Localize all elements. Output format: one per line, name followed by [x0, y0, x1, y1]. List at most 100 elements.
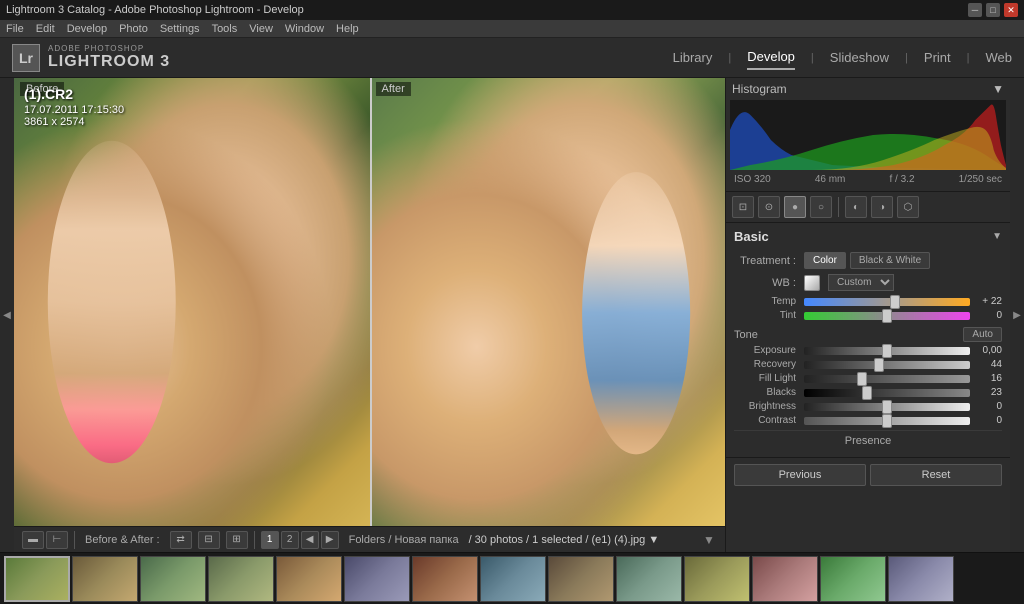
blacks-label: Blacks	[734, 387, 804, 398]
before-after-divider[interactable]	[370, 78, 372, 526]
tint-slider-thumb[interactable]	[882, 309, 892, 323]
histogram-section: Histogram ▼ ISO 320 46 mm f / 3.2	[726, 78, 1010, 192]
redeye-tool[interactable]: ●	[784, 196, 806, 218]
filter2-tool[interactable]: ◑	[871, 196, 893, 218]
filmstrip-thumb-12[interactable]	[752, 556, 818, 602]
temp-slider-track[interactable]	[804, 298, 970, 306]
wb-eyedropper-icon[interactable]	[804, 275, 820, 291]
fill-slider-track[interactable]	[804, 375, 970, 383]
tab-develop[interactable]: Develop	[747, 45, 795, 70]
menu-develop[interactable]: Develop	[67, 23, 107, 35]
menu-file[interactable]: File	[6, 23, 24, 35]
window-title: Lightroom 3 Catalog - Adobe Photoshop Li…	[6, 4, 304, 16]
recovery-slider-track[interactable]	[804, 361, 970, 369]
color-button[interactable]: Color	[804, 252, 846, 269]
filter3-tool[interactable]: ⬡	[897, 196, 919, 218]
tab-print[interactable]: Print	[924, 46, 951, 69]
basic-arrow-icon[interactable]: ▼	[992, 231, 1002, 242]
filmstrip-thumb-2[interactable]	[72, 556, 138, 602]
tint-slider-track[interactable]	[804, 312, 970, 320]
tab-library[interactable]: Library	[673, 46, 713, 69]
exposure-slider-track[interactable]	[804, 347, 970, 355]
filmstrip-thumb-1[interactable]	[4, 556, 70, 602]
filmstrip-thumb-8[interactable]	[480, 556, 546, 602]
spot-tool[interactable]: ⊙	[758, 196, 780, 218]
filmstrip-thumb-3[interactable]	[140, 556, 206, 602]
photo-before: Before	[14, 78, 370, 526]
menu-tools[interactable]: Tools	[212, 23, 238, 35]
reset-button[interactable]: Reset	[870, 464, 1002, 486]
brightness-slider-thumb[interactable]	[882, 400, 892, 414]
left-panel-toggle[interactable]: ◀	[0, 78, 14, 552]
logo-icon: Lr	[12, 44, 40, 72]
contrast-slider-thumb[interactable]	[882, 414, 892, 428]
brightness-slider-track[interactable]	[804, 403, 970, 411]
layout-btn[interactable]: ⊞	[226, 531, 248, 549]
close-button[interactable]: ✕	[1004, 3, 1018, 17]
blacks-value: 23	[970, 387, 1002, 398]
histogram-stats: ISO 320 46 mm f / 3.2 1/250 sec	[730, 172, 1006, 187]
crop-tool[interactable]: ⊡	[732, 196, 754, 218]
single-view-btn[interactable]: ▬	[22, 531, 44, 549]
wb-select[interactable]: Custom As Shot Auto	[828, 274, 894, 291]
main-content: ◀ Before After (1).CR2 17.07.2011 17:15:…	[0, 78, 1024, 552]
menu-window[interactable]: Window	[285, 23, 324, 35]
hist-shutter: 1/250 sec	[959, 174, 1002, 185]
view-mode-buttons: ▬ ⊢	[22, 531, 68, 549]
recovery-slider-thumb[interactable]	[874, 358, 884, 372]
menu-help[interactable]: Help	[336, 23, 359, 35]
page-1[interactable]: 1	[261, 531, 279, 549]
filmstrip-thumb-7[interactable]	[412, 556, 478, 602]
exposure-slider-thumb[interactable]	[882, 344, 892, 358]
next-arrow[interactable]: ▶	[321, 531, 339, 549]
filmstrip-thumb-5[interactable]	[276, 556, 342, 602]
maximize-button[interactable]: □	[986, 3, 1000, 17]
auto-button[interactable]: Auto	[963, 327, 1002, 342]
temp-slider-thumb[interactable]	[890, 295, 900, 309]
filmstrip-thumb-14[interactable]	[888, 556, 954, 602]
menu-edit[interactable]: Edit	[36, 23, 55, 35]
blacks-slider-track[interactable]	[804, 389, 970, 397]
temp-value: + 22	[970, 296, 1002, 307]
previous-button[interactable]: Previous	[734, 464, 866, 486]
presence-label: Presence	[845, 435, 891, 447]
tab-slideshow[interactable]: Slideshow	[830, 46, 889, 69]
minimize-button[interactable]: ─	[968, 3, 982, 17]
folder-path: Folders / Новая папка	[345, 534, 463, 546]
scroll-right-icon[interactable]: ▼	[701, 531, 717, 549]
after-label: After	[376, 82, 411, 96]
tone-label: Tone	[734, 329, 758, 341]
hist-aperture: f / 3.2	[889, 174, 914, 185]
tone-section-header: Tone Auto	[734, 327, 1002, 342]
split-view-btn[interactable]: ⊢	[46, 531, 68, 549]
menu-photo[interactable]: Photo	[119, 23, 148, 35]
tool-icons-bar: ⊡ ⊙ ● ○ ◐ ◑ ⬡	[726, 192, 1010, 223]
basic-section: Basic ▼ Treatment : Color Black & White …	[726, 223, 1010, 457]
prev-arrow[interactable]: ◀	[301, 531, 319, 549]
temp-slider-row: Temp + 22	[734, 296, 1002, 307]
filmstrip-thumb-13[interactable]	[820, 556, 886, 602]
menu-view[interactable]: View	[249, 23, 273, 35]
page-numbers: 1 2 ◀ ▶	[261, 531, 339, 549]
nav-sep-3: |	[905, 52, 908, 64]
brush-tool[interactable]: ○	[810, 196, 832, 218]
tab-web[interactable]: Web	[986, 46, 1013, 69]
photo-count: / 30 photos / 1 selected / (e1) (4).jpg …	[469, 534, 660, 546]
fill-slider-thumb[interactable]	[857, 372, 867, 386]
filmstrip-thumb-6[interactable]	[344, 556, 410, 602]
filmstrip-thumb-11[interactable]	[684, 556, 750, 602]
filmstrip-thumb-10[interactable]	[616, 556, 682, 602]
blacks-slider-thumb[interactable]	[862, 386, 872, 400]
bw-button[interactable]: Black & White	[850, 252, 930, 269]
top-nav-bar: Lr ADOBE PHOTOSHOP LIGHTROOM 3 Library |…	[0, 38, 1024, 78]
swap-btn[interactable]: ⇄	[170, 531, 192, 549]
page-2[interactable]: 2	[281, 531, 299, 549]
menu-settings[interactable]: Settings	[160, 23, 200, 35]
right-panel-toggle[interactable]: ▶	[1010, 78, 1024, 552]
wb-label: WB :	[734, 277, 804, 289]
contrast-slider-track[interactable]	[804, 417, 970, 425]
compare-btn[interactable]: ⊟	[198, 531, 220, 549]
filmstrip-thumb-4[interactable]	[208, 556, 274, 602]
filter1-tool[interactable]: ◐	[845, 196, 867, 218]
filmstrip-thumb-9[interactable]	[548, 556, 614, 602]
